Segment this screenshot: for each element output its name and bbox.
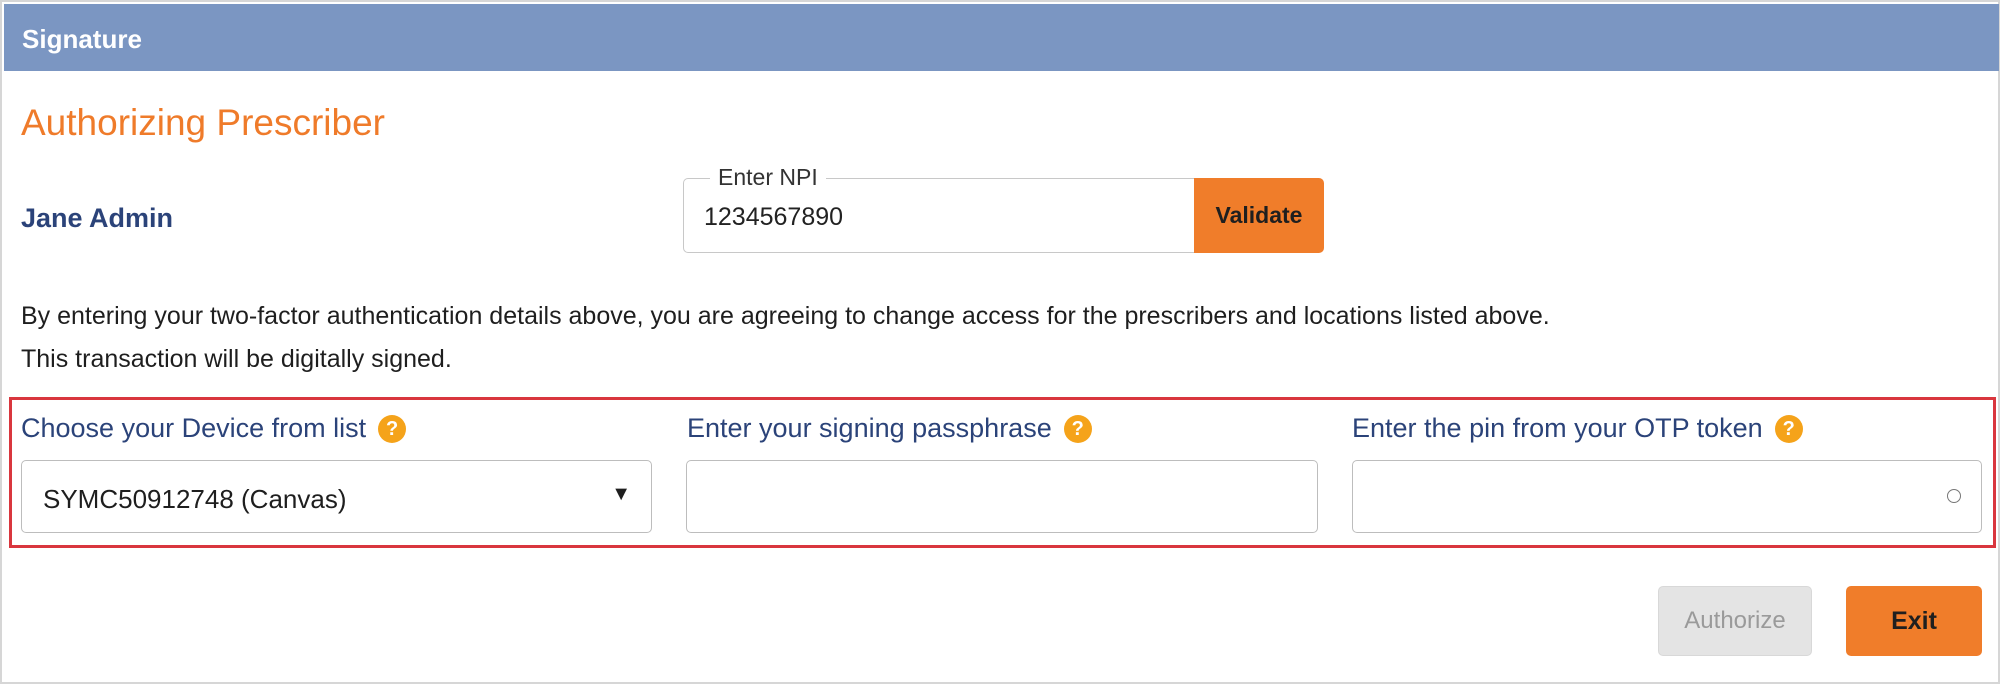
npi-label: Enter NPI — [710, 164, 826, 191]
validate-button[interactable]: Validate — [1194, 178, 1324, 253]
passphrase-label-text: Enter your signing passphrase — [687, 413, 1052, 443]
section-title: Authorizing Prescriber — [21, 102, 385, 143]
device-label-text: Choose your Device from list — [21, 413, 367, 443]
consent-text: By entering your two-factor authenticati… — [21, 295, 1550, 381]
otp-input[interactable] — [1352, 460, 1982, 533]
prescriber-name: Jane Admin — [21, 203, 174, 233]
device-selected-value: SYMC50912748 (Canvas) — [43, 484, 347, 514]
exit-button[interactable]: Exit — [1846, 586, 1982, 656]
passphrase-label: Enter your signing passphrase ? — [687, 413, 1092, 444]
device-help-icon[interactable]: ? — [378, 414, 407, 443]
npi-input[interactable]: Enter NPI 1234567890 — [683, 164, 1195, 253]
dialog-title: Signature — [22, 24, 142, 54]
otp-help-icon[interactable]: ? — [1774, 414, 1803, 443]
consent-line-2: This transaction will be digitally signe… — [21, 345, 452, 373]
consent-line-1: By entering your two-factor authenticati… — [21, 302, 1550, 330]
signature-dialog: Signature Authorizing Prescriber Jane Ad… — [0, 0, 2000, 684]
circle-icon — [1947, 489, 1961, 503]
dialog-header: Signature — [4, 4, 1999, 71]
npi-value: 1234567890 — [704, 203, 844, 231]
authorize-button[interactable]: Authorize — [1658, 586, 1812, 656]
otp-label-text: Enter the pin from your OTP token — [1352, 413, 1763, 443]
device-label: Choose your Device from list ? — [21, 413, 407, 444]
device-select[interactable]: SYMC50912748 (Canvas) ▼ — [21, 460, 652, 533]
passphrase-input[interactable] — [686, 460, 1318, 533]
passphrase-help-icon[interactable]: ? — [1063, 414, 1092, 443]
dropdown-arrow-icon: ▼ — [611, 483, 631, 505]
otp-label: Enter the pin from your OTP token ? — [1352, 413, 1803, 444]
